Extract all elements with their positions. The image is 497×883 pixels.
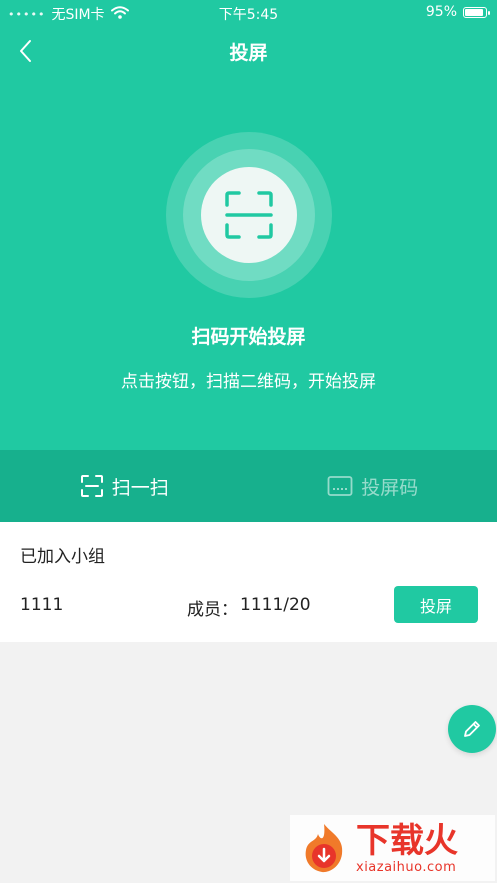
scan-icon (80, 475, 103, 497)
keyboard-icon (327, 476, 353, 496)
scan-button[interactable] (201, 167, 297, 263)
hero-headline: 扫码开始投屏 (191, 326, 306, 348)
status-time: 下午5:45 (218, 7, 279, 23)
watermark-url: xiazaihuo.com (356, 859, 457, 875)
members-value: 1111/20 (240, 595, 311, 615)
hero-subline: 点击按钮，扫描二维码，开始投屏 (121, 372, 376, 392)
group-section-title: 已加入小组 (20, 547, 105, 567)
battery-percent: 95% (425, 4, 457, 20)
tab-scan-label: 扫一扫 (111, 476, 169, 499)
navbar: 投屏 (0, 26, 497, 76)
tab-cast-code[interactable]: 投屏码 (249, 450, 497, 522)
battery-icon (463, 6, 490, 18)
watermark-text: 下载火 xiazaihuo.com (356, 822, 458, 875)
watermark-brand: 下载火 (356, 820, 458, 861)
tab-cast-code-label: 投屏码 (361, 476, 419, 499)
status-right: 95% (425, 4, 490, 20)
flame-logo-icon (296, 820, 352, 876)
edit-fab-button[interactable] (448, 705, 496, 753)
cast-button[interactable]: 投屏 (394, 586, 478, 623)
tab-scan[interactable]: 扫一扫 (0, 450, 249, 522)
header-panel: ••••• 无SIM卡 下午5:45 95% 投屏 扫码开始投屏 点击按钮，扫描… (0, 0, 497, 450)
group-members: 成员： 1111/20 (187, 595, 311, 620)
group-name: 1111 (20, 595, 64, 615)
scan-icon (225, 191, 273, 239)
status-bar: ••••• 无SIM卡 下午5:45 95% (0, 0, 497, 26)
page-title: 投屏 (229, 42, 268, 64)
pencil-icon (464, 721, 480, 737)
tab-bar: 扫一扫 投屏码 (0, 450, 497, 522)
joined-group-card: 已加入小组 1111 成员： 1111/20 投屏 (0, 522, 497, 642)
watermark: 下载火 xiazaihuo.com (290, 815, 495, 881)
members-label: 成员： (187, 600, 238, 620)
